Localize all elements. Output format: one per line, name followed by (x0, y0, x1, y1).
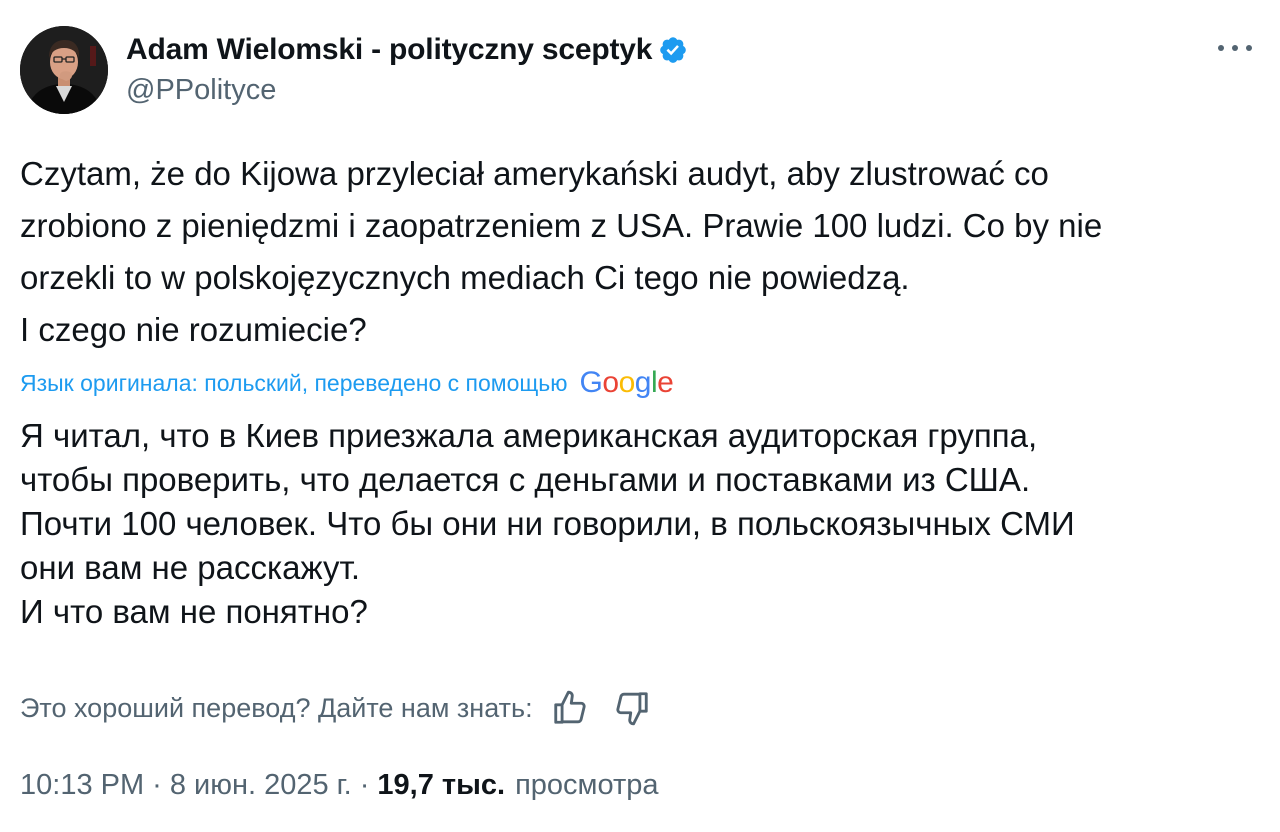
display-name[interactable]: Adam Wielomski - polityczny sceptyk (126, 33, 652, 67)
thumbs-down-icon[interactable] (613, 689, 651, 727)
meta-separator: · (152, 768, 162, 801)
translation-line: Я читал, что в Киев приезжала американск… (20, 417, 1038, 454)
tweet-line: zrobiono z pieniędzmi i zaopatrzeniem z … (20, 207, 1103, 244)
translation-line: они вам не расскажут. (20, 549, 361, 586)
feedback-prompt: Это хороший перевод? Дайте нам знать: (20, 692, 533, 723)
display-name-line: Adam Wielomski - polityczny sceptyk (126, 28, 688, 72)
tweet-time[interactable]: 10:13 PM (20, 769, 144, 802)
author-handle[interactable]: @PPolityce (126, 74, 688, 107)
author-block: Adam Wielomski - polityczny sceptyk @PPo… (126, 28, 688, 107)
translation-line: И что вам не понятно? (20, 593, 368, 630)
tweet-text: Czytam, że do Kijowa przyleciał amerykań… (20, 148, 1265, 356)
translation-line: чтобы проверить, что делается с деньгами… (20, 461, 1031, 498)
tweet-line: orzekli to w polskojęzycznych mediach Ci… (20, 259, 910, 296)
views-label: просмотра (515, 768, 659, 801)
verified-badge-icon (658, 35, 688, 65)
translation-attribution: Язык оригинала: польский, переведено с п… (20, 364, 674, 402)
thumbs-up-icon[interactable] (551, 689, 589, 727)
google-logo: Google (579, 366, 674, 399)
translated-text: Я читал, что в Киев приезжала американск… (20, 414, 1265, 634)
translation-source-link[interactable]: Язык оригинала: польский, переведено с п… (20, 370, 568, 397)
views-count[interactable]: 19,7 тыс. (377, 769, 505, 802)
more-horizontal-icon[interactable] (1218, 38, 1252, 58)
tweet-date[interactable]: 8 июн. 2025 г. (170, 769, 352, 802)
avatar-photo (20, 26, 108, 114)
translation-line: Почти 100 человек. Что бы они ни говорил… (20, 505, 1075, 542)
translation-feedback: Это хороший перевод? Дайте нам знать: (20, 686, 651, 730)
tweet-line: Czytam, że do Kijowa przyleciał amerykań… (20, 155, 1049, 192)
avatar[interactable] (20, 26, 108, 114)
meta-separator: · (359, 768, 370, 801)
tweet-line: I czego nie rozumiecie? (20, 311, 367, 348)
tweet-header: Adam Wielomski - polityczny sceptyk @PPo… (20, 26, 1260, 116)
tweet-meta: 10:13 PM · 8 июн. 2025 г. · 19,7 тыс. пр… (20, 764, 659, 806)
